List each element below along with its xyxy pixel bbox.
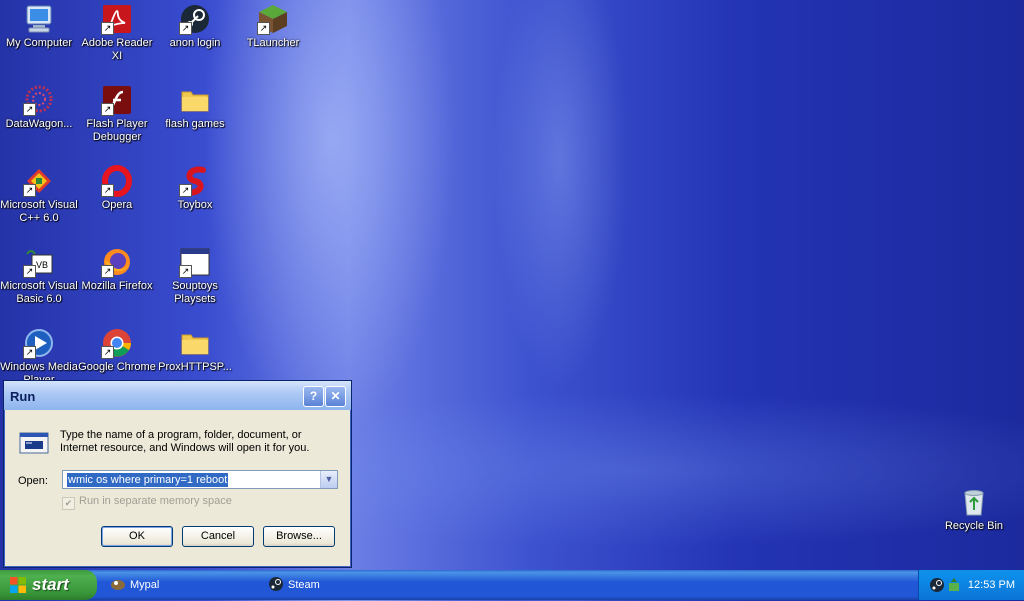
safely-remove-hardware-icon[interactable]: [946, 577, 962, 593]
shortcut-arrow-icon: ↗: [257, 22, 270, 35]
system-tray: 12:53 PM: [918, 570, 1024, 600]
mypal-icon: [110, 576, 126, 592]
media-player-icon: ↗: [23, 327, 55, 359]
flash-icon: ↗: [101, 84, 133, 116]
recycle-bin-icon: [958, 486, 990, 518]
shortcut-arrow-icon: ↗: [23, 346, 36, 359]
desktop-icon-visual-basic[interactable]: VB ↗ Microsoft Visual Basic 6.0: [0, 246, 78, 306]
taskbar: start Mypal Steam 12:53 PM: [0, 570, 1024, 600]
desktop-icon-label: Souptoys Playsets: [172, 280, 218, 305]
open-input-value[interactable]: wmic os where primary=1 reboot: [67, 473, 229, 487]
steam-icon: [268, 576, 284, 592]
open-label: Open:: [18, 475, 48, 487]
desktop-icon-souptoys[interactable]: ↗ Souptoys Playsets: [156, 246, 234, 306]
computer-icon: [23, 3, 55, 35]
taskbar-item-label: Mypal: [130, 579, 160, 591]
desktop-icon-label: My Computer: [5, 37, 73, 49]
desktop-icon-adobe-reader[interactable]: ↗ Adobe Reader XI: [78, 3, 156, 63]
run-dialog-titlebar[interactable]: Run ? ✕: [4, 381, 351, 410]
run-dialog-description: Type the name of a program, folder, docu…: [60, 429, 310, 454]
start-label: start: [32, 575, 69, 594]
cancel-button[interactable]: Cancel: [182, 526, 254, 547]
chevron-down-icon[interactable]: ▼: [320, 471, 337, 488]
close-button[interactable]: ✕: [325, 386, 346, 407]
windows-logo-icon: [9, 576, 27, 594]
minecraft-grass-icon: ↗: [257, 3, 289, 35]
shortcut-arrow-icon: ↗: [101, 184, 114, 197]
desktop-icon-windows-media-player[interactable]: ↗ Windows Media Player: [0, 327, 78, 387]
desktop-icon-label: ProxHTTPSP...: [158, 361, 232, 373]
help-button[interactable]: ?: [303, 386, 324, 407]
checkmark-icon: ✔: [62, 497, 75, 510]
shortcut-arrow-icon: ↗: [179, 184, 192, 197]
firefox-icon: ↗: [101, 246, 133, 278]
taskbar-item-label: Steam: [288, 579, 320, 591]
desktop-icon-label: Microsoft Visual Basic 6.0: [0, 280, 78, 305]
shortcut-arrow-icon: ↗: [101, 346, 114, 359]
shortcut-arrow-icon: ↗: [179, 265, 192, 278]
desktop-icon-label: Opera: [101, 199, 133, 211]
desktop-icon-label: Toybox: [177, 199, 213, 211]
desktop-icon-opera[interactable]: ↗ Opera: [78, 165, 156, 212]
run-program-icon: [17, 429, 51, 460]
desktop-icon-google-chrome[interactable]: ↗ Google Chrome: [78, 327, 156, 374]
visual-cpp-icon: ↗: [23, 165, 55, 197]
window-app-icon: ↗: [179, 246, 211, 278]
open-combobox[interactable]: wmic os where primary=1 reboot ▼: [62, 470, 338, 489]
separate-memory-checkbox[interactable]: ✔ Run in separate memory space: [62, 495, 232, 510]
desktop-icon-flash-player-debugger[interactable]: ↗ Flash Player Debugger: [78, 84, 156, 144]
desktop-icon-label: anon login: [169, 37, 221, 49]
desktop-icon-label: flash games: [165, 118, 225, 130]
desktop-icon-label: Microsoft Visual C++ 6.0: [0, 199, 78, 224]
desktop-icon-label: Mozilla Firefox: [81, 280, 153, 292]
desktop-icon-proxhttpsp[interactable]: ProxHTTPSP...: [156, 327, 234, 374]
taskbar-item-steam[interactable]: Steam: [268, 573, 320, 597]
shortcut-arrow-icon: ↗: [101, 103, 114, 116]
chrome-icon: ↗: [101, 327, 133, 359]
shortcut-arrow-icon: ↗: [101, 265, 114, 278]
opera-icon: ↗: [101, 165, 133, 197]
desktop-icon-label: Flash Player Debugger: [86, 118, 148, 143]
desktop-icon-firefox[interactable]: ↗ Mozilla Firefox: [78, 246, 156, 293]
browse-button[interactable]: Browse...: [263, 526, 335, 547]
desktop-icon-recycle-bin[interactable]: Recycle Bin: [940, 486, 1008, 533]
desktop-icon-my-computer[interactable]: My Computer: [0, 3, 78, 50]
visual-basic-icon: VB ↗: [23, 246, 55, 278]
desktop-icon-flash-games[interactable]: flash games: [156, 84, 234, 131]
separate-memory-label: Run in separate memory space: [79, 495, 232, 507]
folder-icon: [179, 327, 211, 359]
shortcut-arrow-icon: ↗: [179, 22, 192, 35]
folder-icon: [179, 84, 211, 116]
desktop-icon-label: DataWagon...: [5, 118, 73, 130]
desktop-icon-datawagon[interactable]: ↗ DataWagon...: [0, 84, 78, 131]
shortcut-arrow-icon: ↗: [101, 22, 114, 35]
run-dialog: Run ? ✕ Type the name of a program, fold…: [3, 380, 352, 568]
desktop-icon-toybox[interactable]: ↗ Toybox: [156, 165, 234, 212]
steam-icon: ↗: [179, 3, 211, 35]
desktop-icon-label: Google Chrome: [78, 361, 156, 373]
desktop-icon-label: TLauncher: [246, 37, 300, 49]
desktop-icon-label: Recycle Bin: [944, 520, 1004, 532]
shortcut-arrow-icon: ↗: [23, 184, 36, 197]
desktop-icon-visual-cpp[interactable]: ↗ Microsoft Visual C++ 6.0: [0, 165, 78, 225]
desktop-icon-label: Adobe Reader XI: [81, 37, 153, 62]
desktop-icon-tlauncher[interactable]: ↗ TLauncher: [234, 3, 312, 50]
start-button[interactable]: start: [0, 570, 97, 600]
clock[interactable]: 12:53 PM: [968, 579, 1015, 591]
steam-tray-icon[interactable]: [929, 577, 945, 593]
datawagon-icon: ↗: [23, 84, 55, 116]
desktop-icon-anon-login[interactable]: ↗ anon login: [156, 3, 234, 50]
ok-button[interactable]: OK: [101, 526, 173, 547]
adobe-reader-icon: ↗: [101, 3, 133, 35]
run-dialog-title: Run: [10, 389, 36, 404]
shortcut-arrow-icon: ↗: [23, 265, 36, 278]
taskbar-item-mypal[interactable]: Mypal: [110, 573, 159, 597]
shortcut-arrow-icon: ↗: [23, 103, 36, 116]
toybox-icon: ↗: [179, 165, 211, 197]
svg-text:VB: VB: [36, 260, 48, 270]
